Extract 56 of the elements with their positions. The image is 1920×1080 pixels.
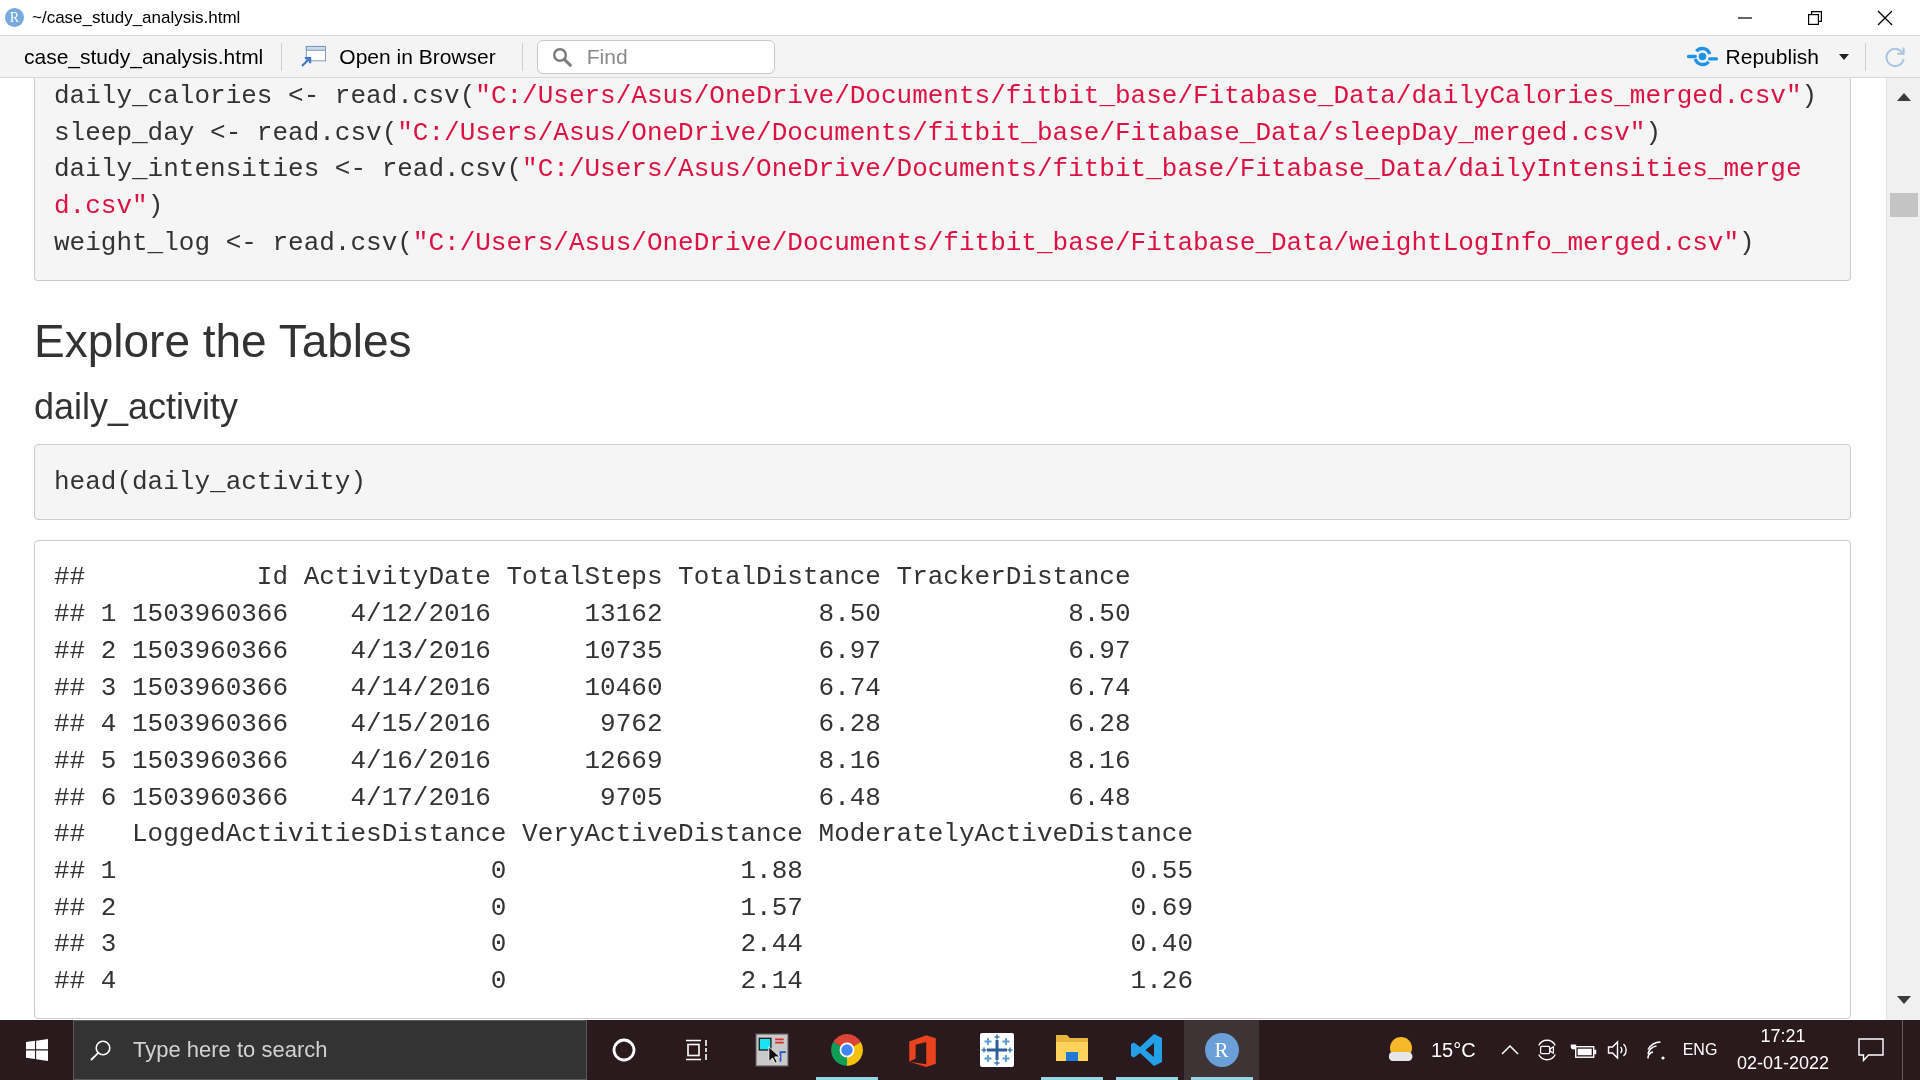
restore-icon[interactable] <box>1808 10 1822 25</box>
task-view-icon[interactable] <box>685 1039 709 1061</box>
output-line: ## 4 1503960366 4/15/2016 9762 6.28 6.28 <box>54 708 1132 742</box>
screen-cursor-icon <box>754 1033 789 1067</box>
window-arrow-icon <box>300 45 328 68</box>
taskbar-search-field[interactable]: Type here to search <box>73 1020 587 1080</box>
r-logo: R <box>5 8 24 27</box>
scroll-down-icon[interactable] <box>1896 996 1911 1004</box>
code-line: daily_calories <- read.csv("C:/Users/Asus/OneDrive/Documents/fitbit_base/Fitabase_Data/dailyCalories_merged.csv") <box>54 80 1819 113</box>
search-icon <box>90 1039 112 1061</box>
clock-date[interactable]: 02-01-2022 <box>1736 1050 1830 1077</box>
camera-icon[interactable] <box>1536 1039 1558 1061</box>
caret-down-icon[interactable] <box>1839 53 1849 60</box>
code-editor-icon <box>1130 1033 1163 1067</box>
cross-grid-icon <box>979 1033 1014 1067</box>
code-line: sleep_day <- read.csv("C:/Users/Asus/OneDrive/Documents/fitbit_base/Fitabase_Data/sleepDay_merged.csv") <box>54 116 1663 150</box>
clock-time[interactable]: 17:21 <box>1760 1023 1806 1050</box>
find-field[interactable]: Find <box>536 39 775 74</box>
folder-icon <box>1054 1033 1089 1063</box>
r-logo: R <box>1204 1033 1239 1067</box>
window-title: ~/case_study_analysis.html <box>32 7 241 28</box>
section-heading: Explore the Tables <box>34 316 413 367</box>
output-line: ## 2 0 1.57 0.69 <box>54 891 1194 925</box>
publish-icon <box>1686 45 1718 68</box>
code-line: daily_intensities <- read.csv("C:/Users/Asus/OneDrive/Documents/fitbit_base/Fitabase_Data/dailyIntensities_merged.csv") <box>54 153 1803 224</box>
speaker-icon[interactable] <box>1607 1040 1629 1060</box>
code-line: weight_log <- read.csv("C:/Users/Asus/OneDrive/Documents/fitbit_base/Fitabase_Data/weightLogInfo_merged.csv") <box>54 226 1756 260</box>
republish-button[interactable]: Republish <box>1686 44 1819 69</box>
chrome-icon <box>829 1033 864 1067</box>
scrollbar[interactable] <box>1886 78 1920 1020</box>
output-line: ## 1 1503960366 4/12/2016 13162 8.50 8.50 <box>54 598 1132 632</box>
windows-icon[interactable] <box>25 1039 48 1061</box>
output-line: ## Id ActivityDate TotalSteps TotalDistance TrackerDistance <box>54 561 1132 595</box>
output-line: ## 4 0 2.14 1.26 <box>54 965 1194 999</box>
temperature-label[interactable]: 15°C <box>1431 1038 1476 1062</box>
output-line: ## 5 1503960366 4/16/2016 12669 8.16 8.16 <box>54 744 1132 778</box>
close-icon[interactable] <box>1877 9 1893 26</box>
scroll-up-icon[interactable] <box>1896 93 1911 101</box>
output-line: ## 1 0 1.88 0.55 <box>54 855 1194 889</box>
code-line: head(daily_activity) <box>54 465 368 499</box>
output-line: ## 6 1503960366 4/17/2016 9705 6.48 6.48 <box>54 781 1132 815</box>
scroll-thumb[interactable] <box>1889 193 1918 217</box>
ring-icon[interactable] <box>611 1038 636 1062</box>
notification-icon[interactable] <box>1858 1038 1884 1062</box>
output-line: ## 2 1503960366 4/13/2016 10735 6.97 6.97 <box>54 634 1132 668</box>
subsection-heading: daily_activity <box>34 386 240 427</box>
output-line: ## 3 0 2.44 0.40 <box>54 928 1194 962</box>
open-in-browser-button[interactable]: Open in Browser <box>300 44 496 69</box>
wifi-icon[interactable] <box>1644 1040 1666 1060</box>
file-name-label: case_study_analysis.html <box>24 44 264 69</box>
language-indicator[interactable]: ENG <box>1682 1041 1718 1059</box>
output-line: ## 3 1503960366 4/14/2016 10460 6.74 6.74 <box>54 671 1132 705</box>
minimize-icon[interactable] <box>1738 16 1752 19</box>
search-icon <box>551 46 572 67</box>
output-line: ## LoggedActivitiesDistance VeryActiveDistance ModeratelyActiveDistance <box>54 818 1194 852</box>
chevron-up-icon[interactable] <box>1501 1045 1519 1055</box>
